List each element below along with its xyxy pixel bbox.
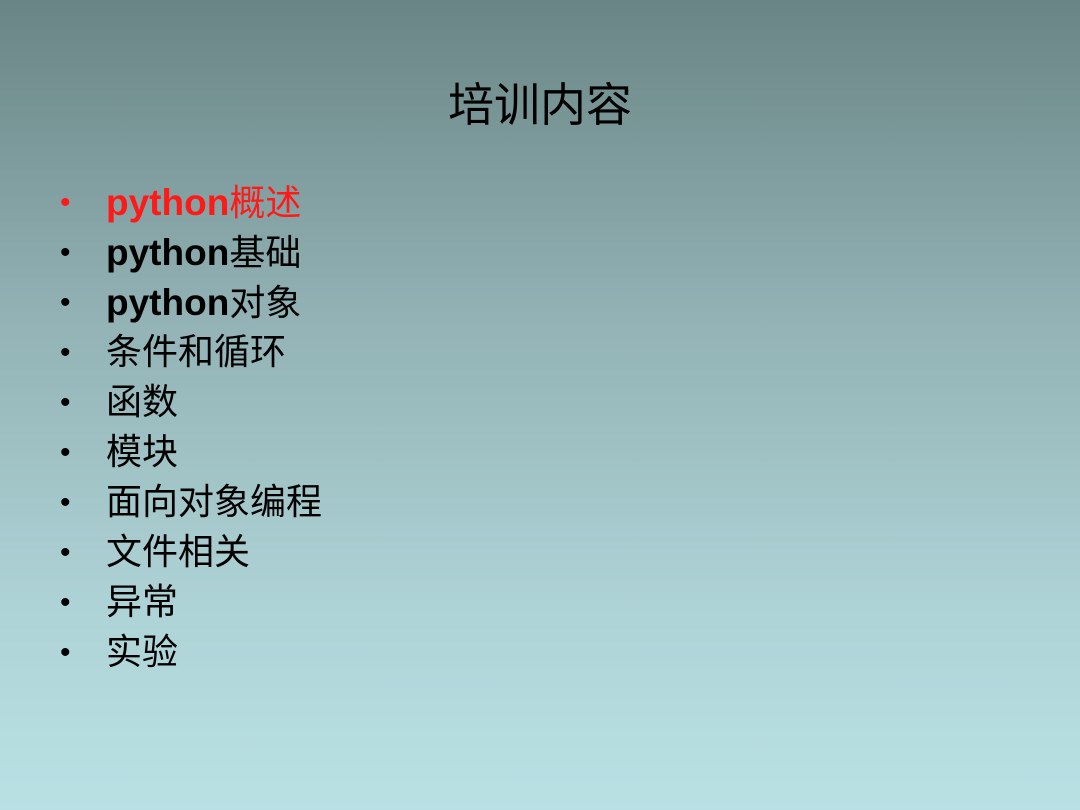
list-item-cjk: 概述 — [229, 182, 302, 224]
list-item: • 函数 — [60, 378, 322, 428]
list-item-text: 文件相关 — [106, 532, 251, 573]
list-item: • python对象 — [60, 278, 322, 328]
list-item-text: 条件和循环 — [106, 332, 287, 373]
list-item-cjk: 对象 — [229, 282, 302, 324]
list-item-text: 模块 — [106, 432, 179, 473]
list-item-text: python概述 — [106, 178, 301, 229]
bullet-icon: • — [60, 436, 71, 469]
list-item-latin: python — [106, 181, 230, 223]
bullet-icon: • — [60, 186, 71, 219]
list-item: • 面向对象编程 — [60, 478, 322, 528]
bullet-list: • python概述 • python基础 • python对象 • 条件和循环… — [60, 178, 322, 678]
bullet-icon: • — [60, 386, 71, 419]
list-item: • 模块 — [60, 428, 322, 478]
list-item-latin: python — [106, 281, 230, 323]
bullet-icon: • — [60, 536, 71, 569]
list-item-text: 实验 — [106, 632, 179, 673]
slide-title: 培训内容 — [448, 78, 632, 132]
list-item-text: 异常 — [106, 582, 179, 623]
list-item-text: python对象 — [106, 278, 301, 329]
list-item-latin: python — [106, 231, 230, 273]
list-item-text: 面向对象编程 — [106, 482, 323, 523]
list-item-text: python基础 — [106, 228, 301, 279]
bullet-icon: • — [60, 336, 71, 369]
bullet-icon: • — [60, 636, 71, 669]
bullet-icon: • — [60, 586, 71, 619]
list-item: • 异常 — [60, 578, 322, 628]
slide: 培训内容 • python概述 • python基础 • python对象 • … — [0, 0, 1080, 810]
bullet-icon: • — [60, 486, 71, 519]
bullet-icon: • — [60, 236, 71, 269]
list-item: • 实验 — [60, 628, 322, 678]
list-item: • python基础 — [60, 228, 322, 278]
list-item: • 条件和循环 — [60, 328, 322, 378]
bullet-icon: • — [60, 286, 71, 319]
list-item-text: 函数 — [106, 382, 179, 423]
list-item-cjk: 基础 — [229, 232, 302, 274]
list-item: • python概述 — [60, 178, 322, 228]
list-item: • 文件相关 — [60, 528, 322, 578]
